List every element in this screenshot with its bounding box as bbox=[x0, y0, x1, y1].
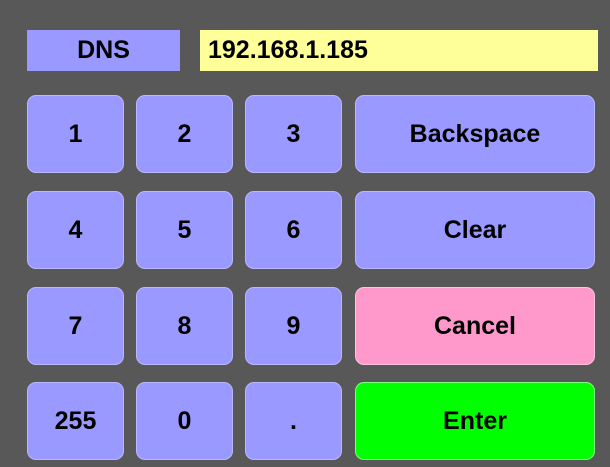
key-7[interactable]: 7 bbox=[27, 287, 124, 365]
field-label: DNS bbox=[27, 30, 180, 71]
key-1[interactable]: 1 bbox=[27, 95, 124, 173]
enter-button[interactable]: Enter bbox=[355, 382, 595, 460]
key-8[interactable]: 8 bbox=[136, 287, 233, 365]
ip-value-field[interactable]: 192.168.1.185 bbox=[200, 30, 598, 71]
key-6[interactable]: 6 bbox=[245, 191, 342, 269]
key-255[interactable]: 255 bbox=[27, 382, 124, 460]
key-5[interactable]: 5 bbox=[136, 191, 233, 269]
key-dot[interactable]: . bbox=[245, 382, 342, 460]
key-4[interactable]: 4 bbox=[27, 191, 124, 269]
key-9[interactable]: 9 bbox=[245, 287, 342, 365]
key-2[interactable]: 2 bbox=[136, 95, 233, 173]
clear-button[interactable]: Clear bbox=[355, 191, 595, 269]
backspace-button[interactable]: Backspace bbox=[355, 95, 595, 173]
key-0[interactable]: 0 bbox=[136, 382, 233, 460]
key-3[interactable]: 3 bbox=[245, 95, 342, 173]
cancel-button[interactable]: Cancel bbox=[355, 287, 595, 365]
